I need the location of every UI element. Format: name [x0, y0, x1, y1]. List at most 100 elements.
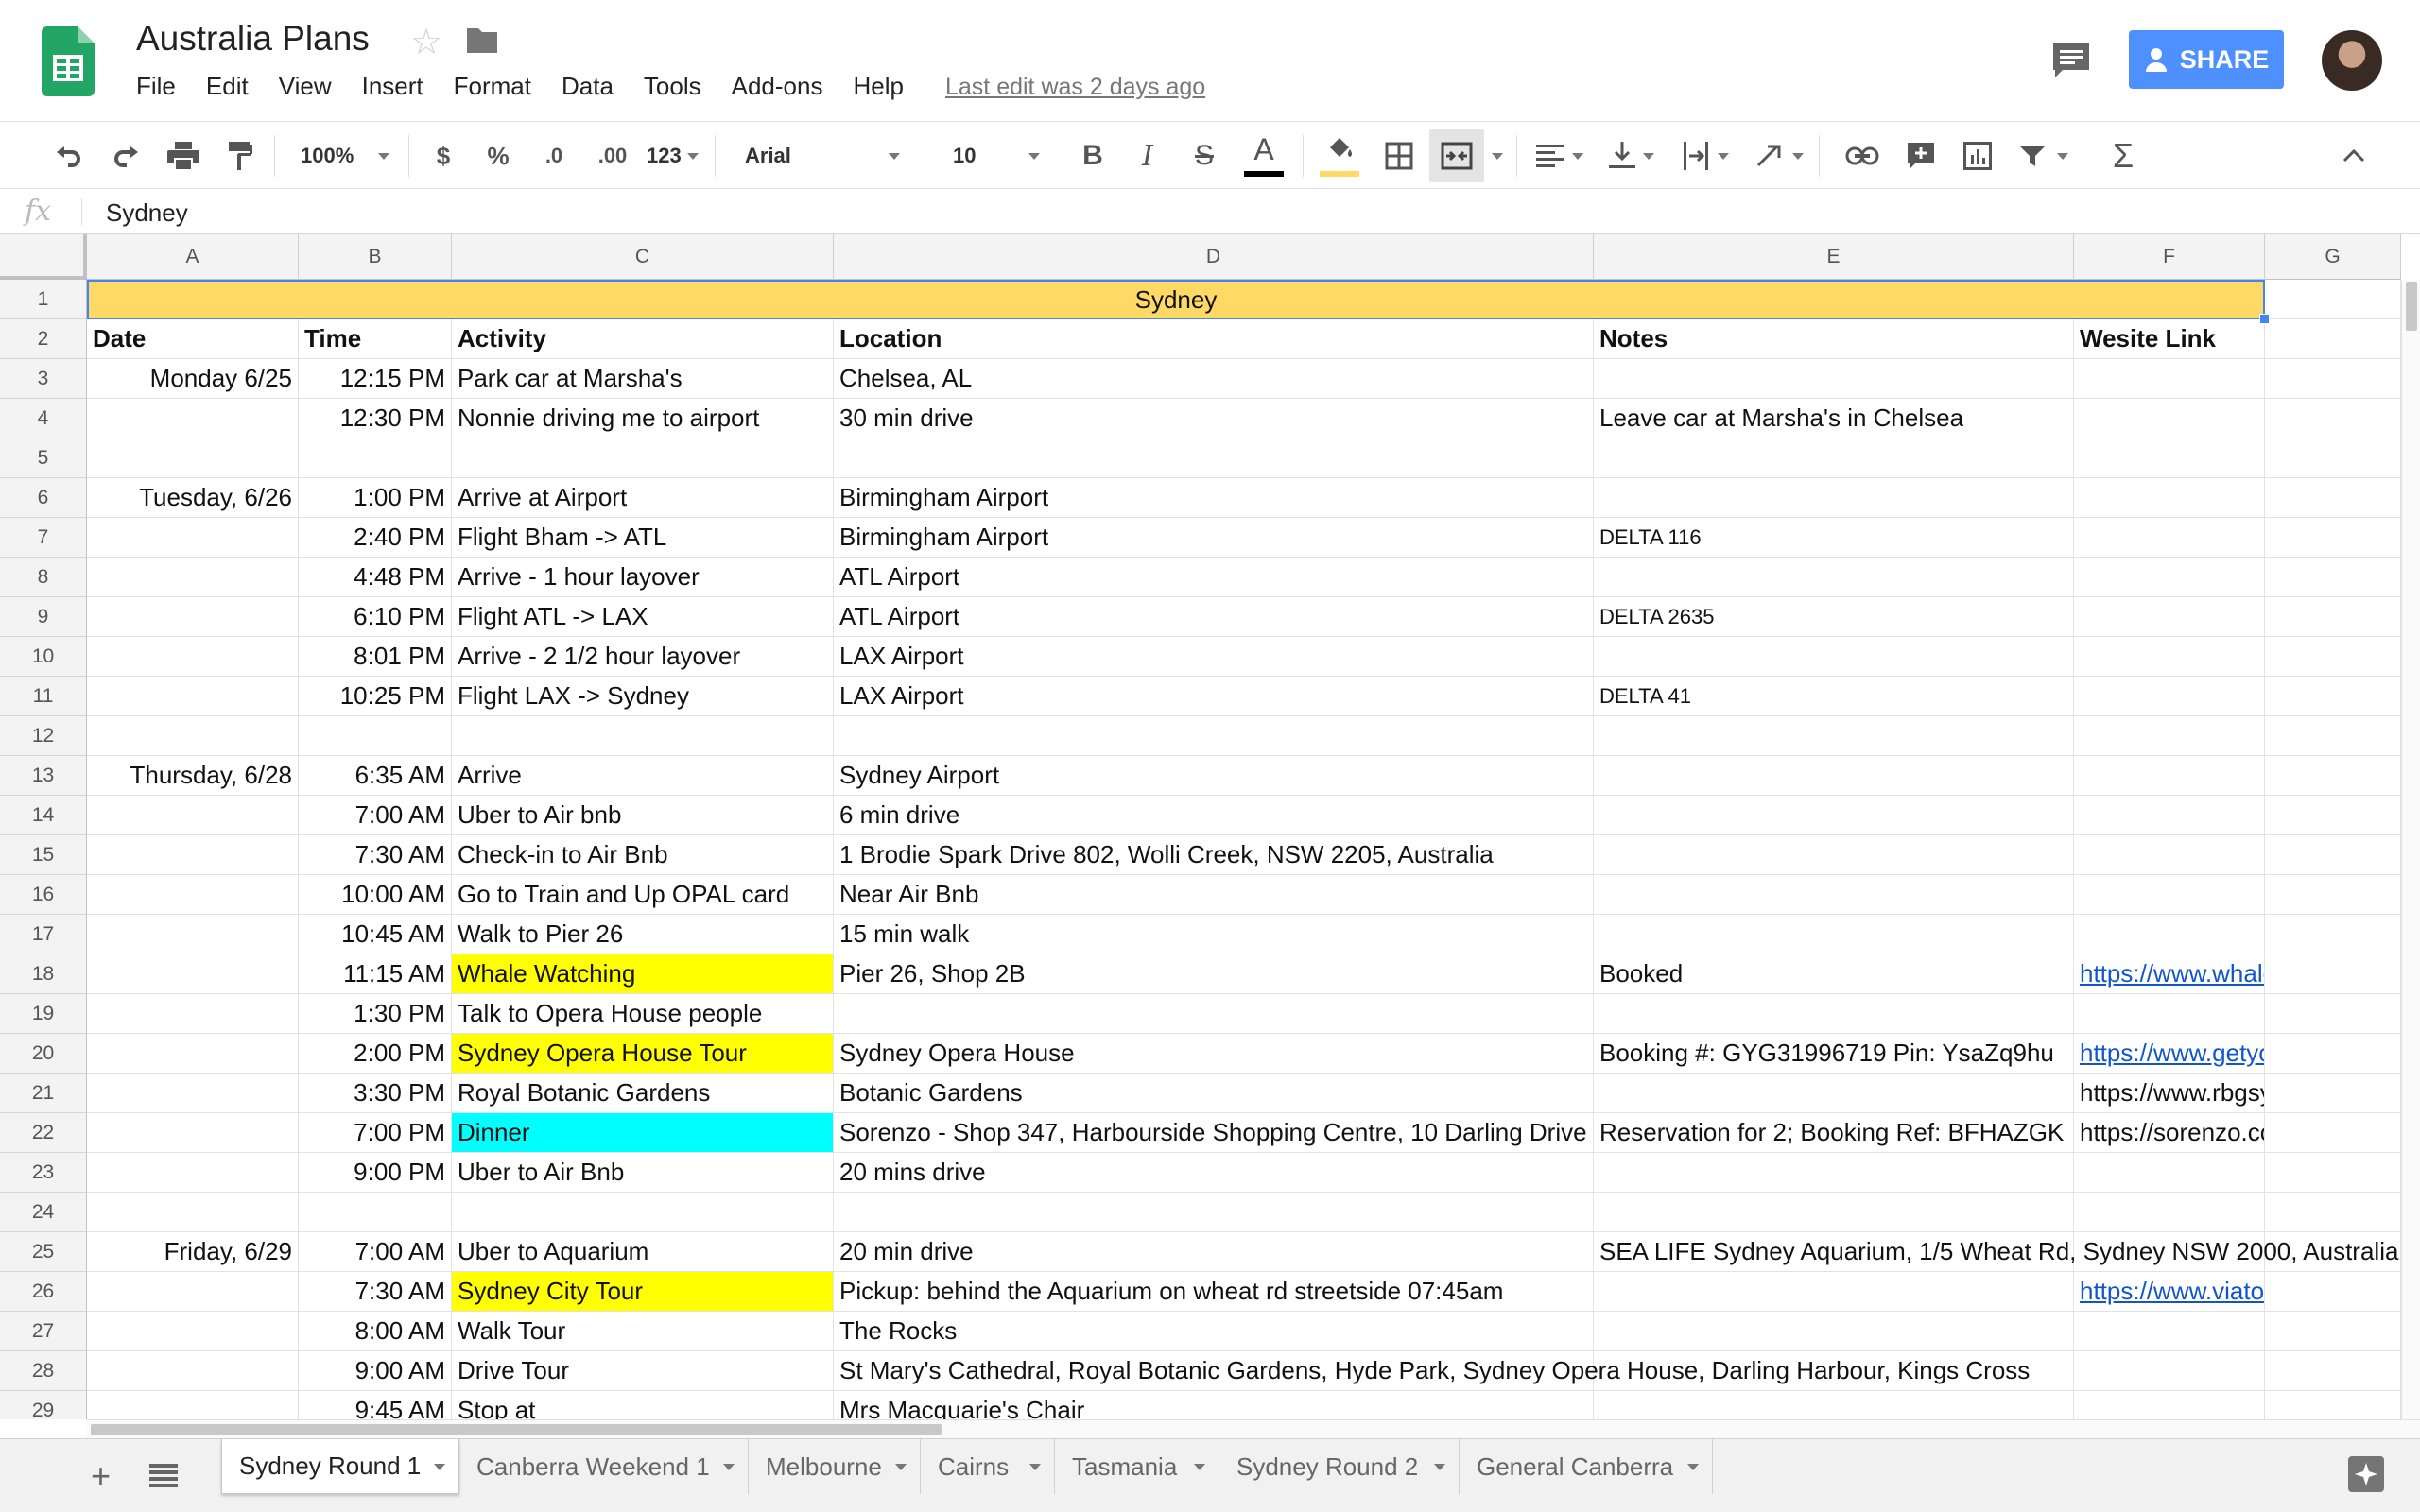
avatar[interactable] [2322, 30, 2382, 91]
chevron-down-icon[interactable] [1029, 1464, 1041, 1470]
chevron-down-icon[interactable] [1486, 122, 1509, 190]
cell[interactable] [1594, 835, 2074, 875]
cell[interactable] [1594, 558, 2074, 597]
cell[interactable] [87, 1113, 299, 1153]
cell[interactable] [2265, 597, 2401, 637]
header-cell-notes[interactable]: Notes [1594, 319, 2074, 359]
row-header-9[interactable]: 9 [0, 597, 87, 637]
row-header-18[interactable]: 18 [0, 954, 87, 994]
cell[interactable] [87, 915, 299, 954]
cell[interactable] [2074, 1391, 2265, 1419]
cell[interactable] [2265, 1391, 2401, 1419]
activity-cell[interactable]: Uber to Air Bnb [452, 1153, 834, 1193]
column-header-a[interactable]: A [87, 234, 299, 280]
row-header-5[interactable]: 5 [0, 438, 87, 478]
cell[interactable] [299, 438, 452, 478]
cell[interactable] [2265, 1113, 2401, 1153]
insert-link-icon[interactable] [1843, 122, 1881, 190]
percent-format-button[interactable]: % [484, 122, 512, 190]
cell[interactable] [2074, 438, 2265, 478]
tab-cairns[interactable]: Cairns [921, 1439, 1055, 1494]
cell[interactable] [2265, 954, 2401, 994]
vertical-align-icon[interactable] [1603, 122, 1660, 190]
row-header-13[interactable]: 13 [0, 756, 87, 796]
row-header-11[interactable]: 11 [0, 677, 87, 716]
row-header-19[interactable]: 19 [0, 994, 87, 1034]
menu-addons[interactable]: Add-ons [732, 72, 823, 104]
link-cell[interactable]: https://www.viator.com/tours/S [2074, 1272, 2265, 1312]
row-header-21[interactable]: 21 [0, 1074, 87, 1113]
location-cell[interactable]: 6 min drive [834, 796, 1594, 835]
activity-cell[interactable]: Whale Watching [452, 954, 834, 994]
row-header-16[interactable]: 16 [0, 875, 87, 915]
undo-icon[interactable] [49, 122, 87, 190]
star-icon[interactable]: ☆ [410, 21, 442, 63]
share-button[interactable]: SHARE [2129, 30, 2284, 89]
activity-cell[interactable]: Walk Tour [452, 1312, 834, 1351]
tab-sydney-round-2[interactable]: Sydney Round 2 [1219, 1439, 1460, 1494]
tab-general-canberra[interactable]: General Canberra [1460, 1439, 1713, 1494]
cell[interactable] [2265, 319, 2401, 359]
location-cell[interactable]: Sydney Opera House [834, 1034, 1594, 1074]
cell[interactable] [2265, 1312, 2401, 1351]
activity-cell[interactable]: Sydney Opera House Tour [452, 1034, 834, 1074]
sheets-logo-icon[interactable] [42, 26, 95, 96]
cell[interactable] [2265, 677, 2401, 716]
cell[interactable] [2074, 875, 2265, 915]
chevron-down-icon[interactable] [434, 1464, 445, 1470]
cell[interactable] [834, 438, 1594, 478]
formula-input[interactable]: Sydney [106, 198, 188, 228]
activity-cell[interactable]: Arrive [452, 756, 834, 796]
time-cell[interactable]: 10:00 AM [299, 875, 452, 915]
cell[interactable] [87, 677, 299, 716]
all-sheets-icon[interactable] [149, 1464, 178, 1488]
activity-cell[interactable]: Nonnie driving me to airport [452, 399, 834, 438]
notes-cell[interactable]: DELTA 2635 [1594, 597, 2074, 637]
cell[interactable] [2265, 994, 2401, 1034]
cell[interactable] [2265, 478, 2401, 518]
notes-cell[interactable]: Booking #: GYG31996719 Pin: YsaZq9hu [1594, 1034, 2074, 1074]
borders-icon[interactable] [1380, 122, 1418, 190]
location-cell[interactable]: Sorenzo - Shop 347, Harbourside Shopping… [834, 1113, 1594, 1153]
font-size-select[interactable]: 10 [953, 139, 1040, 173]
cell[interactable] [2074, 756, 2265, 796]
header-cell-date[interactable]: Date [87, 319, 299, 359]
location-cell[interactable]: St Mary's Cathedral, Royal Botanic Garde… [834, 1351, 2030, 1391]
spreadsheet-grid[interactable]: A B C D E F G 1 2 3 4 5 6 7 8 9 10 11 12 13 14 15 16 17 18 19 20 21… [0, 234, 2401, 1419]
time-cell[interactable]: 7:30 AM [299, 1272, 452, 1312]
cell[interactable] [1594, 1153, 2074, 1193]
column-header-e[interactable]: E [1594, 234, 2074, 280]
cell[interactable] [2265, 438, 2401, 478]
activity-cell[interactable]: Arrive at Airport [452, 478, 834, 518]
cell[interactable] [2074, 716, 2265, 756]
redo-icon[interactable] [108, 122, 146, 190]
time-cell[interactable]: 9:45 AM [299, 1391, 452, 1419]
cell[interactable] [2074, 677, 2265, 716]
row-header-26[interactable]: 26 [0, 1272, 87, 1312]
row-header-3[interactable]: 3 [0, 359, 87, 399]
activity-cell[interactable]: Arrive - 1 hour layover [452, 558, 834, 597]
cell[interactable] [87, 1034, 299, 1074]
cell[interactable] [87, 1351, 299, 1391]
cell[interactable] [2074, 637, 2265, 677]
time-cell[interactable]: 6:35 AM [299, 756, 452, 796]
text-color-icon[interactable]: A [1240, 122, 1288, 190]
vertical-scrollbar[interactable] [2401, 280, 2420, 1419]
tab-melbourne[interactable]: Melbourne [749, 1439, 921, 1494]
vertical-scroll-thumb[interactable] [2406, 282, 2417, 331]
activity-cell[interactable]: Park car at Marsha's [452, 359, 834, 399]
chevron-down-icon[interactable] [1434, 1464, 1445, 1470]
time-cell[interactable]: 12:30 PM [299, 399, 452, 438]
cell[interactable] [1594, 1193, 2074, 1232]
time-cell[interactable]: 6:10 PM [299, 597, 452, 637]
activity-cell[interactable]: Talk to Opera House people [452, 994, 834, 1034]
cell[interactable] [2265, 1074, 2401, 1113]
row-header-2[interactable]: 2 [0, 319, 87, 359]
cell[interactable] [87, 399, 299, 438]
title-merged-cell[interactable]: Sydney [87, 280, 2265, 319]
cell[interactable] [2074, 1312, 2265, 1351]
menu-tools[interactable]: Tools [644, 72, 701, 104]
cell[interactable] [1594, 438, 2074, 478]
time-cell[interactable]: 11:15 AM [299, 954, 452, 994]
time-cell[interactable]: 12:15 PM [299, 359, 452, 399]
